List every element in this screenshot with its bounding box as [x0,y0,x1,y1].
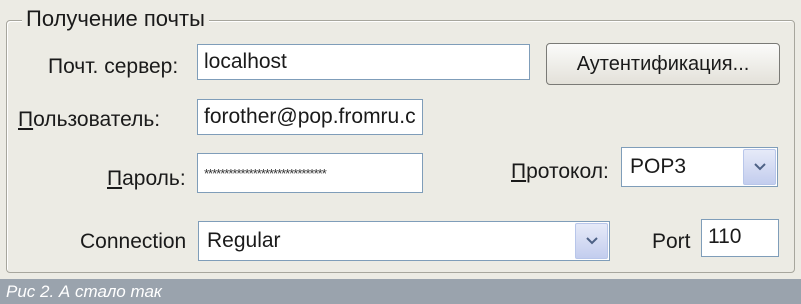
protocol-select-value: POP3 [630,155,687,178]
authentication-button[interactable]: Аутентификация... [546,43,780,85]
figure-caption: Рис 2. А стало так [0,279,801,304]
port-label: Port [652,230,691,253]
server-label: Почт. сервер: [48,55,179,78]
password-label-rest: ароль: [122,167,186,190]
user-input[interactable]: forother@pop.fromru.c [197,99,423,135]
user-label-accel: П [18,108,34,131]
chevron-down-icon[interactable] [575,223,608,259]
user-label: Пользователь: [18,106,160,134]
server-input[interactable]: localhost [197,44,530,80]
user-label-rest: ользователь: [33,108,161,131]
port-input[interactable]: 110 [701,219,779,257]
connection-label: Connection [80,230,187,253]
chevron-down-icon[interactable] [743,149,776,185]
connection-select[interactable]: Regular [198,221,610,261]
password-label-accel: П [107,167,123,190]
protocol-label-rest: ротокол: [526,160,609,183]
protocol-label-accel: П [511,160,527,183]
password-input[interactable]: ****************************** [197,153,423,193]
protocol-select[interactable]: POP3 [621,147,778,187]
group-title: Получение почты [22,6,209,32]
connection-select-value: Regular [207,229,281,252]
mail-settings-panel: Получение почты Почт. сервер: localhost … [0,0,801,279]
protocol-label: Протокол: [511,158,609,186]
password-label: Пароль: [107,165,186,193]
